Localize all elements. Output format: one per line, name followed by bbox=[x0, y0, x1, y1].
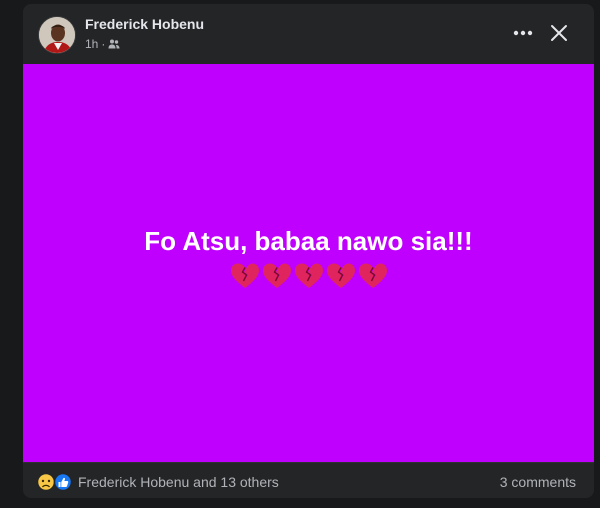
more-options-icon[interactable] bbox=[510, 23, 536, 43]
post-card: Frederick Hobenu 1h · Fo Atsu, babaa naw… bbox=[23, 4, 594, 498]
close-icon[interactable] bbox=[545, 19, 573, 47]
reactions-summary[interactable]: Frederick Hobenu and 13 others bbox=[78, 474, 279, 490]
post-header: Frederick Hobenu 1h · bbox=[23, 4, 594, 64]
post-time[interactable]: 1h bbox=[85, 37, 98, 51]
author-name[interactable]: Frederick Hobenu bbox=[85, 16, 204, 32]
post-text: Fo Atsu, babaa nawo sia!!! bbox=[144, 226, 473, 256]
reaction-icons[interactable] bbox=[36, 472, 77, 492]
footer-divider bbox=[23, 462, 594, 463]
post-emoji-row bbox=[230, 262, 388, 290]
avatar[interactable] bbox=[38, 16, 76, 54]
post-footer: Frederick Hobenu and 13 others 3 comment… bbox=[23, 462, 594, 498]
avatar-photo bbox=[39, 17, 75, 53]
meta-separator: · bbox=[101, 37, 106, 51]
like-reaction-icon bbox=[53, 472, 73, 492]
comments-count[interactable]: 3 comments bbox=[500, 474, 576, 490]
friends-icon[interactable] bbox=[108, 38, 120, 50]
broken-heart-icon bbox=[294, 263, 323, 288]
post-background: Fo Atsu, babaa nawo sia!!! bbox=[23, 64, 594, 462]
broken-heart-icon bbox=[358, 263, 387, 288]
broken-heart-icon bbox=[262, 263, 291, 288]
post-meta: 1h · bbox=[85, 37, 120, 51]
sad-reaction-icon bbox=[36, 472, 56, 492]
broken-heart-icon bbox=[326, 263, 355, 288]
broken-heart-icon bbox=[230, 263, 259, 288]
